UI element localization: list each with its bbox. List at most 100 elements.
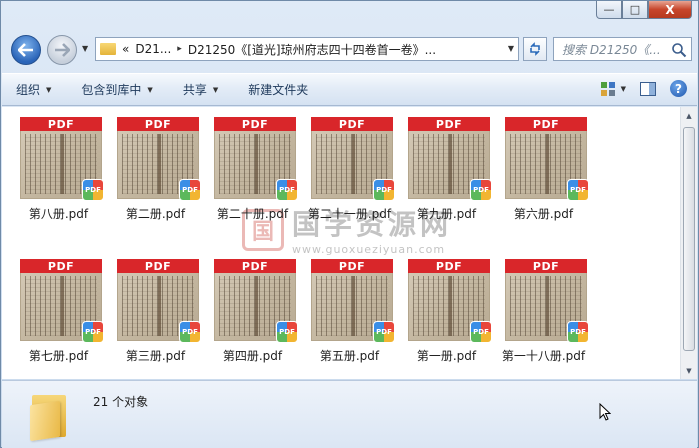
pdf-badge-icon: PDF bbox=[82, 179, 104, 201]
address-dropdown-icon[interactable]: ▼ bbox=[508, 44, 514, 53]
pdf-badge-icon: PDF bbox=[373, 321, 395, 343]
pdf-badge-icon: PDF bbox=[276, 179, 298, 201]
breadcrumb-item[interactable]: D21... bbox=[135, 42, 171, 56]
pdf-badge-icon: PDF bbox=[276, 321, 298, 343]
forward-arrow-icon bbox=[55, 43, 70, 57]
pdf-thumbnail-icon: PDF PDF bbox=[505, 117, 589, 201]
share-menu[interactable]: 共享 ▼ bbox=[183, 81, 218, 98]
breadcrumb-overflow[interactable]: « bbox=[122, 42, 129, 56]
explorer-window: — □ X ▼ « D21... ▸ D21250《[道光]琼州府志四十四卷首一… bbox=[0, 0, 699, 448]
close-button[interactable]: X bbox=[648, 1, 692, 19]
preview-pane-icon[interactable] bbox=[640, 81, 656, 96]
file-name: 第二十册.pdf bbox=[216, 207, 289, 221]
pdf-badge-icon: PDF bbox=[82, 321, 104, 343]
file-item[interactable]: PDF PDF 第二十一册.pdf bbox=[301, 117, 398, 249]
pdf-banner: PDF bbox=[20, 259, 102, 273]
pdf-banner: PDF bbox=[117, 259, 199, 273]
file-item[interactable]: PDF PDF 第九册.pdf bbox=[398, 117, 495, 249]
file-item[interactable]: PDF PDF 第三册.pdf bbox=[107, 259, 204, 391]
file-grid: PDF PDF 第八册.pdf PDF PDF 第二册.pdf PDF PDF bbox=[10, 117, 592, 391]
pdf-badge-icon: PDF bbox=[567, 321, 589, 343]
pdf-banner: PDF bbox=[311, 259, 393, 273]
maximize-button[interactable]: □ bbox=[622, 1, 648, 19]
pdf-thumbnail-icon: PDF PDF bbox=[214, 117, 298, 201]
new-folder-label: 新建文件夹 bbox=[248, 83, 309, 97]
pdf-badge-icon: PDF bbox=[373, 179, 395, 201]
file-name: 第二册.pdf bbox=[125, 207, 186, 221]
file-name: 第八册.pdf bbox=[28, 207, 89, 221]
file-item[interactable]: PDF PDF 第四册.pdf bbox=[204, 259, 301, 391]
refresh-icon bbox=[530, 42, 540, 56]
file-name: 第九册.pdf bbox=[416, 207, 477, 221]
forward-button[interactable] bbox=[47, 35, 77, 65]
address-bar[interactable]: « D21... ▸ D21250《[道光]琼州府志四十四卷首一卷》... ▼ bbox=[95, 37, 519, 61]
view-icon bbox=[600, 81, 615, 96]
scroll-up-icon[interactable]: ▲ bbox=[681, 107, 697, 124]
pdf-thumbnail-icon: PDF PDF bbox=[20, 117, 104, 201]
file-name: 第四册.pdf bbox=[222, 349, 283, 363]
pdf-badge-icon: PDF bbox=[470, 321, 492, 343]
file-item[interactable]: PDF PDF 第二册.pdf bbox=[107, 117, 204, 249]
navigation-row: ▼ « D21... ▸ D21250《[道光]琼州府志四十四卷首一卷》... … bbox=[9, 31, 692, 67]
file-item[interactable]: PDF PDF 第一册.pdf bbox=[398, 259, 495, 391]
search-icon[interactable] bbox=[671, 42, 687, 58]
file-name: 第一册.pdf bbox=[416, 349, 477, 363]
back-arrow-icon bbox=[18, 43, 33, 57]
scroll-thumb[interactable] bbox=[683, 127, 695, 351]
pdf-banner: PDF bbox=[20, 117, 102, 131]
file-name: 第六册.pdf bbox=[513, 207, 574, 221]
pdf-banner: PDF bbox=[408, 259, 490, 273]
breadcrumb-separator-icon[interactable]: ▸ bbox=[177, 44, 182, 54]
breadcrumb-item-current[interactable]: D21250《[道光]琼州府志四十四卷首一卷》... bbox=[188, 41, 436, 58]
command-bar: 组织 ▼ 包含到库中 ▼ 共享 ▼ 新建文件夹 ▼ ? bbox=[2, 73, 697, 106]
include-library-label: 包含到库中 bbox=[81, 83, 142, 97]
help-icon[interactable]: ? bbox=[670, 80, 687, 97]
back-button[interactable] bbox=[11, 35, 41, 65]
pdf-banner: PDF bbox=[214, 117, 296, 131]
chevron-down-icon: ▼ bbox=[46, 85, 52, 94]
file-item[interactable]: PDF PDF 第一十八册.pdf bbox=[495, 259, 592, 391]
chevron-down-icon: ▼ bbox=[147, 85, 153, 94]
pdf-thumbnail-icon: PDF PDF bbox=[311, 259, 395, 343]
organize-label: 组织 bbox=[16, 83, 41, 97]
include-in-library-menu[interactable]: 包含到库中 ▼ bbox=[81, 81, 152, 98]
pdf-banner: PDF bbox=[505, 259, 587, 273]
recent-pages-dropdown[interactable]: ▼ bbox=[82, 44, 88, 53]
scroll-down-icon[interactable]: ▼ bbox=[681, 362, 697, 379]
pdf-thumbnail-icon: PDF PDF bbox=[117, 117, 201, 201]
pdf-banner: PDF bbox=[408, 117, 490, 131]
file-name: 第五册.pdf bbox=[319, 349, 380, 363]
pdf-badge-icon: PDF bbox=[179, 321, 201, 343]
new-folder-button[interactable]: 新建文件夹 bbox=[248, 81, 308, 98]
file-item[interactable]: PDF PDF 第二十册.pdf bbox=[204, 117, 301, 249]
pdf-banner: PDF bbox=[505, 117, 587, 131]
vertical-scrollbar[interactable]: ▲ ▼ bbox=[680, 107, 697, 379]
pdf-badge-icon: PDF bbox=[567, 179, 589, 201]
file-item[interactable]: PDF PDF 第七册.pdf bbox=[10, 259, 107, 391]
change-view-button[interactable]: ▼ bbox=[600, 81, 626, 96]
toolbar-right: ▼ ? bbox=[600, 80, 687, 97]
pdf-thumbnail-icon: PDF PDF bbox=[505, 259, 589, 343]
pdf-banner: PDF bbox=[311, 117, 393, 131]
chevron-down-icon: ▼ bbox=[212, 85, 219, 94]
share-label: 共享 bbox=[182, 83, 207, 97]
file-list-area[interactable]: 国 国学资源网 www.guoxueziyuan.com PDF PDF 第八册… bbox=[2, 107, 680, 379]
organize-menu[interactable]: 组织 ▼ bbox=[16, 81, 51, 98]
file-item[interactable]: PDF PDF 第六册.pdf bbox=[495, 117, 592, 249]
pdf-thumbnail-icon: PDF PDF bbox=[408, 117, 492, 201]
pdf-banner: PDF bbox=[214, 259, 296, 273]
minimize-button[interactable]: — bbox=[596, 1, 622, 19]
folder-icon bbox=[100, 43, 116, 55]
caption-buttons: — □ X bbox=[596, 1, 692, 21]
pdf-thumbnail-icon: PDF PDF bbox=[408, 259, 492, 343]
file-item[interactable]: PDF PDF 第五册.pdf bbox=[301, 259, 398, 391]
details-pane: 21 个对象 bbox=[2, 380, 697, 448]
refresh-button[interactable] bbox=[523, 37, 547, 61]
search-input[interactable]: 搜索 D21250《... bbox=[553, 37, 692, 61]
pdf-badge-icon: PDF bbox=[179, 179, 201, 201]
chevron-down-icon: ▼ bbox=[620, 84, 626, 93]
file-item[interactable]: PDF PDF 第八册.pdf bbox=[10, 117, 107, 249]
pdf-thumbnail-icon: PDF PDF bbox=[20, 259, 104, 343]
pdf-banner: PDF bbox=[117, 117, 199, 131]
file-name: 第二十一册.pdf bbox=[307, 207, 392, 221]
